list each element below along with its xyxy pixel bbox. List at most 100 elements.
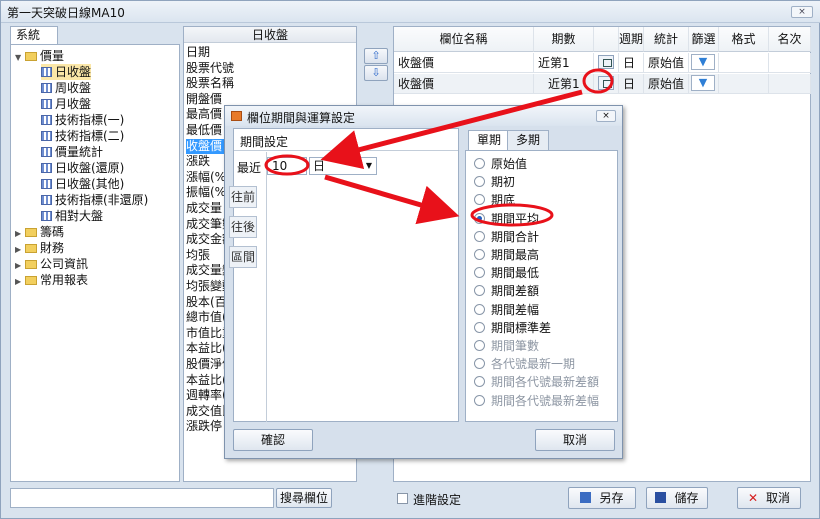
- grid-cell[interactable]: [594, 74, 619, 94]
- radio-circle-icon: [474, 249, 485, 260]
- radio-option[interactable]: 期間平均: [474, 211, 539, 227]
- close-button[interactable]: ×: [791, 6, 813, 18]
- grid-cell[interactable]: ▼: [689, 53, 719, 73]
- field-item[interactable]: 週轉率(: [186, 388, 227, 403]
- radio-option[interactable]: 期底: [474, 192, 515, 208]
- radio-option[interactable]: 期間標準差: [474, 320, 551, 336]
- column-header[interactable]: 週期: [619, 27, 644, 52]
- move-down-button[interactable]: ⇩: [364, 65, 388, 81]
- recent-count-input[interactable]: 10: [267, 157, 307, 175]
- dialog-cancel-button[interactable]: 取消: [535, 429, 615, 451]
- field-item[interactable]: 日期: [186, 45, 210, 60]
- grid-cell[interactable]: 原始值: [644, 74, 689, 94]
- grid-cell[interactable]: 日: [619, 53, 644, 73]
- grid-cell[interactable]: 日: [619, 74, 644, 94]
- grid-cell[interactable]: [769, 53, 811, 73]
- field-item[interactable]: 漲跌: [186, 154, 210, 169]
- move-up-button[interactable]: ⇧: [364, 48, 388, 64]
- confirm-button[interactable]: 確認: [233, 429, 313, 451]
- field-item[interactable]: 股票代號: [186, 61, 234, 76]
- field-item[interactable]: 總市值(: [186, 310, 227, 325]
- range-button[interactable]: 區間: [229, 246, 257, 268]
- tree-item[interactable]: ▶ 財務: [15, 240, 64, 256]
- radio-option[interactable]: 期間差額: [474, 283, 539, 299]
- column-header[interactable]: 名次: [769, 27, 811, 52]
- column-header[interactable]: 期數: [534, 27, 594, 52]
- field-item[interactable]: 股票名稱: [186, 76, 234, 91]
- tree-item[interactable]: 日收盤(其他): [41, 176, 124, 192]
- period-dialog: 欄位期間與運算設定 × 期間設定 最近 10 日 ▼ 往前 往後 區間 單期 多…: [224, 105, 623, 459]
- filter-icon[interactable]: ▼: [691, 75, 715, 91]
- field-item[interactable]: 最低價: [186, 123, 222, 138]
- field-item[interactable]: 開盤價: [186, 92, 222, 107]
- grid-cell[interactable]: 近第1: [534, 53, 594, 73]
- filter-icon[interactable]: ▼: [691, 54, 715, 70]
- column-header[interactable]: 篩選: [689, 27, 719, 52]
- backward-button[interactable]: 往後: [229, 216, 257, 238]
- tab-multi-period[interactable]: 多期: [507, 130, 550, 150]
- column-header[interactable]: 統計: [644, 27, 689, 52]
- radio-circle-icon: [474, 358, 485, 370]
- dialog-app-icon: [231, 111, 242, 121]
- radio-option[interactable]: 期間最低: [474, 265, 539, 281]
- forward-button[interactable]: 往前: [229, 186, 257, 208]
- tree-item[interactable]: ▶ 公司資訊: [15, 256, 88, 272]
- grid-cell[interactable]: ▼: [689, 74, 719, 94]
- tree-item[interactable]: 價量統計: [41, 144, 103, 160]
- grid-cell[interactable]: 收盤價: [394, 74, 534, 94]
- tree-item[interactable]: 技術指標(非還原): [41, 192, 148, 208]
- unit-select[interactable]: 日 ▼: [309, 157, 377, 175]
- search-field-button[interactable]: 搜尋欄位: [276, 488, 332, 508]
- tree-item[interactable]: 技術指標(二): [41, 128, 124, 144]
- radio-circle-icon: [474, 340, 485, 351]
- grid-cell[interactable]: [719, 74, 769, 94]
- chevron-right-icon[interactable]: ▶: [15, 274, 25, 290]
- grid-cell[interactable]: [719, 53, 769, 73]
- tree-item[interactable]: 月收盤: [41, 96, 91, 112]
- dialog-close-button[interactable]: ×: [596, 110, 616, 122]
- radio-option[interactable]: 期間差幅: [474, 302, 539, 318]
- radio-option[interactable]: 原始值: [474, 156, 527, 172]
- grid-cell[interactable]: [769, 74, 811, 94]
- save-as-icon: [580, 492, 592, 503]
- grid-cell[interactable]: [594, 53, 619, 73]
- tab-single-period[interactable]: 單期: [468, 130, 511, 150]
- tree-item[interactable]: ▶ 籌碼: [15, 224, 64, 240]
- radio-option[interactable]: 期初: [474, 174, 515, 190]
- field-item[interactable]: 成交量: [186, 201, 222, 216]
- tree-item[interactable]: ▼ 價量: [15, 48, 64, 64]
- tree-item[interactable]: 日收盤(還原): [41, 160, 124, 176]
- tab-system[interactable]: 系統: [10, 26, 58, 45]
- radio-circle-icon: [474, 321, 485, 333]
- tree-item[interactable]: 日收盤: [41, 64, 92, 80]
- chevron-down-icon[interactable]: ▼: [15, 50, 25, 66]
- column-header[interactable]: [594, 27, 619, 52]
- save-as-button[interactable]: 另存: [568, 487, 636, 509]
- field-item[interactable]: 股本(百: [186, 295, 227, 310]
- save-button[interactable]: 儲存: [646, 487, 708, 509]
- field-item[interactable]: 最高價: [186, 107, 222, 122]
- tree-item[interactable]: 周收盤: [41, 80, 91, 96]
- field-item[interactable]: 漲跌停: [186, 419, 222, 434]
- grid-cell[interactable]: 近第1: [534, 74, 594, 94]
- edit-icon[interactable]: [598, 55, 614, 69]
- advanced-checkbox[interactable]: [397, 493, 408, 504]
- grid-cell[interactable]: 收盤價: [394, 53, 534, 73]
- radio-option: 各代號最新一期: [474, 356, 575, 372]
- tree-item[interactable]: 相對大盤: [41, 208, 103, 224]
- tree-item[interactable]: ▶ 常用報表: [15, 272, 88, 288]
- dialog-title-bar: 欄位期間與運算設定 ×: [225, 106, 622, 126]
- tree-item[interactable]: 技術指標(一): [41, 112, 124, 128]
- cancel-button[interactable]: ✕ 取消: [737, 487, 801, 509]
- field-item[interactable]: 收盤價: [186, 138, 226, 154]
- column-header[interactable]: 格式: [719, 27, 769, 52]
- search-input[interactable]: [10, 488, 274, 508]
- field-item[interactable]: 本益比(: [186, 341, 227, 356]
- edit-icon[interactable]: [598, 76, 614, 90]
- radio-option[interactable]: 期間合計: [474, 229, 539, 245]
- grid-cell[interactable]: 原始值: [644, 53, 689, 73]
- radio-option[interactable]: 期間最高: [474, 247, 539, 263]
- field-item[interactable]: 本益比(: [186, 373, 227, 388]
- field-item[interactable]: 均張: [186, 248, 210, 263]
- column-header[interactable]: 欄位名稱: [394, 27, 534, 52]
